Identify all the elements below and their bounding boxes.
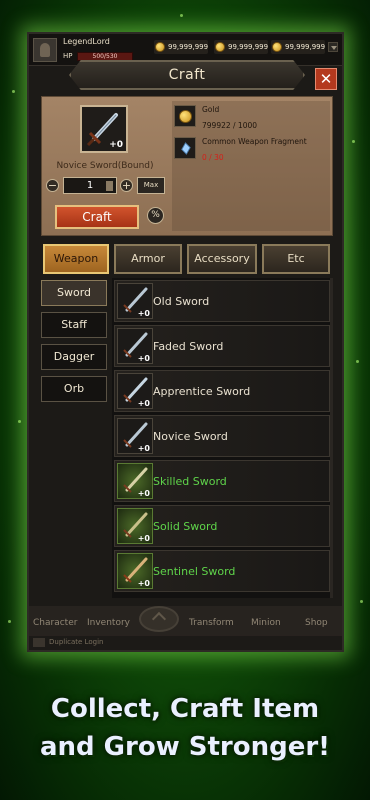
item-count: +0 — [137, 444, 150, 453]
close-button[interactable]: ✕ — [315, 68, 337, 90]
recipe-list[interactable]: +0 Old Sword +0 Faded Sword +0 Apprentic… — [112, 278, 333, 598]
item-slot: +0 — [117, 328, 153, 364]
item-count: +0 — [137, 489, 150, 498]
item-name: Sentinel Sword — [153, 565, 236, 578]
coin-icon — [215, 42, 225, 52]
item-slot: +0 — [117, 553, 153, 589]
item-count: +0 — [137, 534, 150, 543]
item-name: Old Sword — [153, 295, 210, 308]
item-count: +0 — [137, 579, 150, 588]
list-item[interactable]: +0 Faded Sword — [114, 325, 330, 367]
item-name: Skilled Sword — [153, 475, 227, 488]
increase-button[interactable]: + — [120, 179, 133, 192]
fragment-requirement-icon — [174, 137, 196, 159]
sparkle — [352, 140, 355, 143]
hp-bar: 500/530 — [77, 52, 133, 61]
list-item[interactable]: +0 Apprentice Sword — [114, 370, 330, 412]
requirement-value: 0 / 30 — [202, 153, 224, 162]
sparkle — [180, 14, 183, 17]
selected-item-slot[interactable]: +0 — [80, 105, 128, 153]
item-slot: +0 — [117, 463, 153, 499]
subtab-dagger[interactable]: Dagger — [41, 344, 107, 370]
success-rate-button[interactable]: % — [147, 207, 164, 224]
item-count: +0 — [137, 309, 150, 318]
item-count: +0 — [137, 399, 150, 408]
list-item[interactable]: +0 Old Sword — [114, 280, 330, 322]
sparkle — [12, 90, 15, 93]
requirements: Gold 799922 / 1000 Common Weapon Fragmen… — [172, 101, 330, 231]
promo-line-2: and Grow Stronger! — [39, 732, 331, 762]
coin-icon — [272, 42, 282, 52]
list-item[interactable]: +0 Novice Sword — [114, 415, 330, 457]
requirement-name: Gold — [202, 105, 220, 114]
scroll-icon — [106, 181, 113, 191]
chevron-up-icon[interactable] — [139, 606, 179, 632]
sparkle — [360, 600, 363, 603]
tab-armor[interactable]: Armor — [114, 244, 182, 274]
list-item[interactable]: +0 Solid Sword — [114, 505, 330, 547]
item-count: +0 — [109, 140, 123, 150]
quantity-value: 1 — [86, 180, 94, 191]
currency-3: 99,999,999 — [271, 40, 326, 54]
nav-character[interactable]: Character — [33, 618, 77, 628]
tab-accessory[interactable]: Accessory — [187, 244, 257, 274]
item-slot: +0 — [117, 418, 153, 454]
max-button[interactable]: Max — [137, 177, 165, 194]
nav-inventory[interactable]: Inventory — [87, 618, 130, 628]
tab-etc[interactable]: Etc — [262, 244, 330, 274]
category-tabs: Weapon Armor Accessory Etc — [41, 244, 333, 276]
currency-1: 99,999,999 — [154, 40, 209, 54]
promo-line-1: Collect, Craft Item — [50, 694, 320, 724]
selected-item-name: Novice Sword(Bound) — [56, 161, 154, 171]
fragment-icon — [181, 142, 191, 155]
item-slot: +0 — [117, 283, 153, 319]
item-name: Solid Sword — [153, 520, 218, 533]
game-screen: LegendLord HP 500/530 99,999,999 99,999,… — [27, 32, 344, 652]
nav-shop[interactable]: Shop — [305, 618, 328, 628]
hp-label: HP — [63, 52, 73, 60]
coin-icon — [155, 42, 165, 52]
avatar[interactable] — [33, 38, 57, 62]
craft-panel: +0 Novice Sword(Bound) − 1 + Max Craft %… — [41, 96, 333, 236]
quantity-field[interactable]: 1 — [63, 177, 117, 194]
list-item[interactable]: +0 Skilled Sword — [114, 460, 330, 502]
gold-requirement-icon — [174, 105, 196, 127]
currency-value: 99,999,999 — [168, 43, 209, 51]
gold-icon — [179, 110, 192, 123]
sparkle — [18, 420, 21, 423]
nav-minion[interactable]: Minion — [251, 618, 281, 628]
window-title: Craft — [69, 60, 305, 90]
item-slot: +0 — [117, 373, 153, 409]
currency-value: 99,999,999 — [228, 43, 269, 51]
item-name: Novice Sword — [153, 430, 228, 443]
scrollbar[interactable] — [330, 278, 333, 598]
duplicate-login-note: Duplicate Login — [33, 638, 103, 647]
item-count: +0 — [137, 354, 150, 363]
currency-2: 99,999,999 — [214, 40, 269, 54]
requirement-value: 799922 / 1000 — [202, 121, 258, 130]
currency-value: 99,999,999 — [285, 43, 326, 51]
list-item[interactable]: +0 Sentinel Sword — [114, 550, 330, 592]
tab-weapon[interactable]: Weapon — [43, 244, 109, 274]
decrease-button[interactable]: − — [46, 179, 59, 192]
craft-button[interactable]: Craft — [55, 205, 139, 229]
item-slot: +0 — [117, 508, 153, 544]
subtab-sword[interactable]: Sword — [41, 280, 107, 306]
player-name: LegendLord — [63, 37, 110, 46]
requirement-name: Common Weapon Fragment — [202, 137, 307, 146]
item-name: Faded Sword — [153, 340, 224, 353]
nav-transform[interactable]: Transform — [189, 618, 234, 628]
subtab-staff[interactable]: Staff — [41, 312, 107, 338]
chevron-down-icon[interactable] — [328, 42, 338, 52]
hp-value: 500/530 — [92, 53, 118, 60]
item-name: Apprentice Sword — [153, 385, 251, 398]
bottom-nav: Character Inventory Transform Minion Sho… — [29, 606, 342, 636]
subtab-orb[interactable]: Orb — [41, 376, 107, 402]
sparkle — [356, 360, 359, 363]
sparkle — [8, 620, 11, 623]
